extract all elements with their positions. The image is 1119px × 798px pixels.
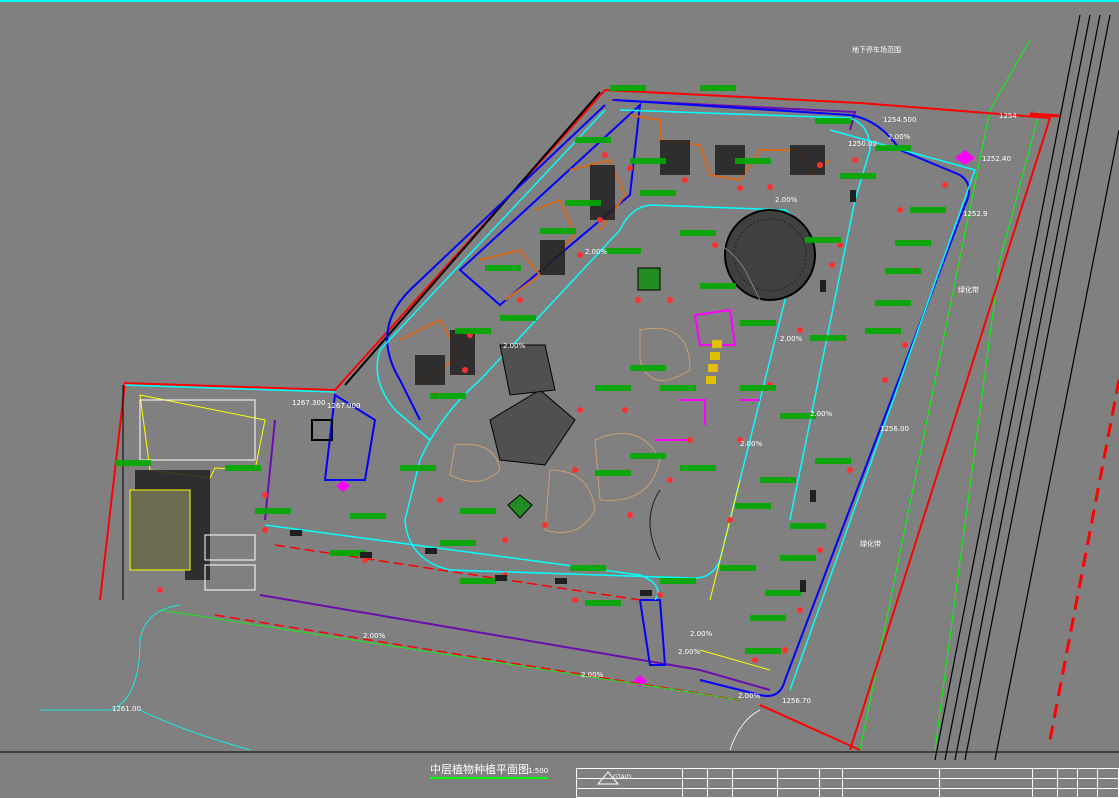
elevation-label: 1254	[999, 112, 1017, 120]
elevation-label: 1267.000	[327, 402, 361, 410]
slope-label: 2.00%	[581, 671, 604, 679]
slope-label: 2.00%	[678, 648, 701, 656]
road-lines	[934, 14, 1119, 761]
slope-label: 2.00%	[780, 335, 803, 343]
slope-label: 2.00%	[775, 196, 798, 204]
zone-label: 绿化带	[860, 540, 881, 548]
elevation-label: 1261.00	[112, 705, 141, 713]
elevation-label: 1252.40	[982, 155, 1011, 163]
elevation-label: 1252.9	[963, 210, 988, 218]
site-plan-drawing	[0, 0, 1119, 785]
drawing-scale: 1:500	[528, 767, 549, 775]
slope-label: 2.00%	[690, 630, 713, 638]
slope-label: 2.00%	[810, 410, 833, 418]
elevation-label: 1256.70	[782, 697, 811, 705]
drawing-title: 中层植物种植平面图	[430, 763, 529, 776]
perimeter-road	[323, 99, 970, 697]
zone-label: 绿化带	[958, 286, 979, 294]
title-block: GTAID	[576, 768, 1119, 798]
slope-label: 2.00%	[740, 440, 763, 448]
slope-label: 2.00%	[585, 248, 608, 256]
slope-label: 2.00%	[738, 692, 761, 700]
slope-label: 2.00%	[503, 342, 526, 350]
elevation-label: 1267.300	[292, 399, 326, 407]
company-logo-text: GTAID	[613, 774, 632, 781]
elevation-label: 1250.00	[848, 140, 877, 148]
top-note: 地下停车场范围	[852, 46, 901, 54]
central-paving	[489, 267, 661, 519]
slope-label: 2.00%	[888, 133, 911, 141]
elevation-label: 1256.00	[880, 425, 909, 433]
slope-label: 2.00%	[363, 632, 386, 640]
elevation-label: 1254.500	[883, 116, 917, 124]
round-plaza	[724, 209, 816, 301]
